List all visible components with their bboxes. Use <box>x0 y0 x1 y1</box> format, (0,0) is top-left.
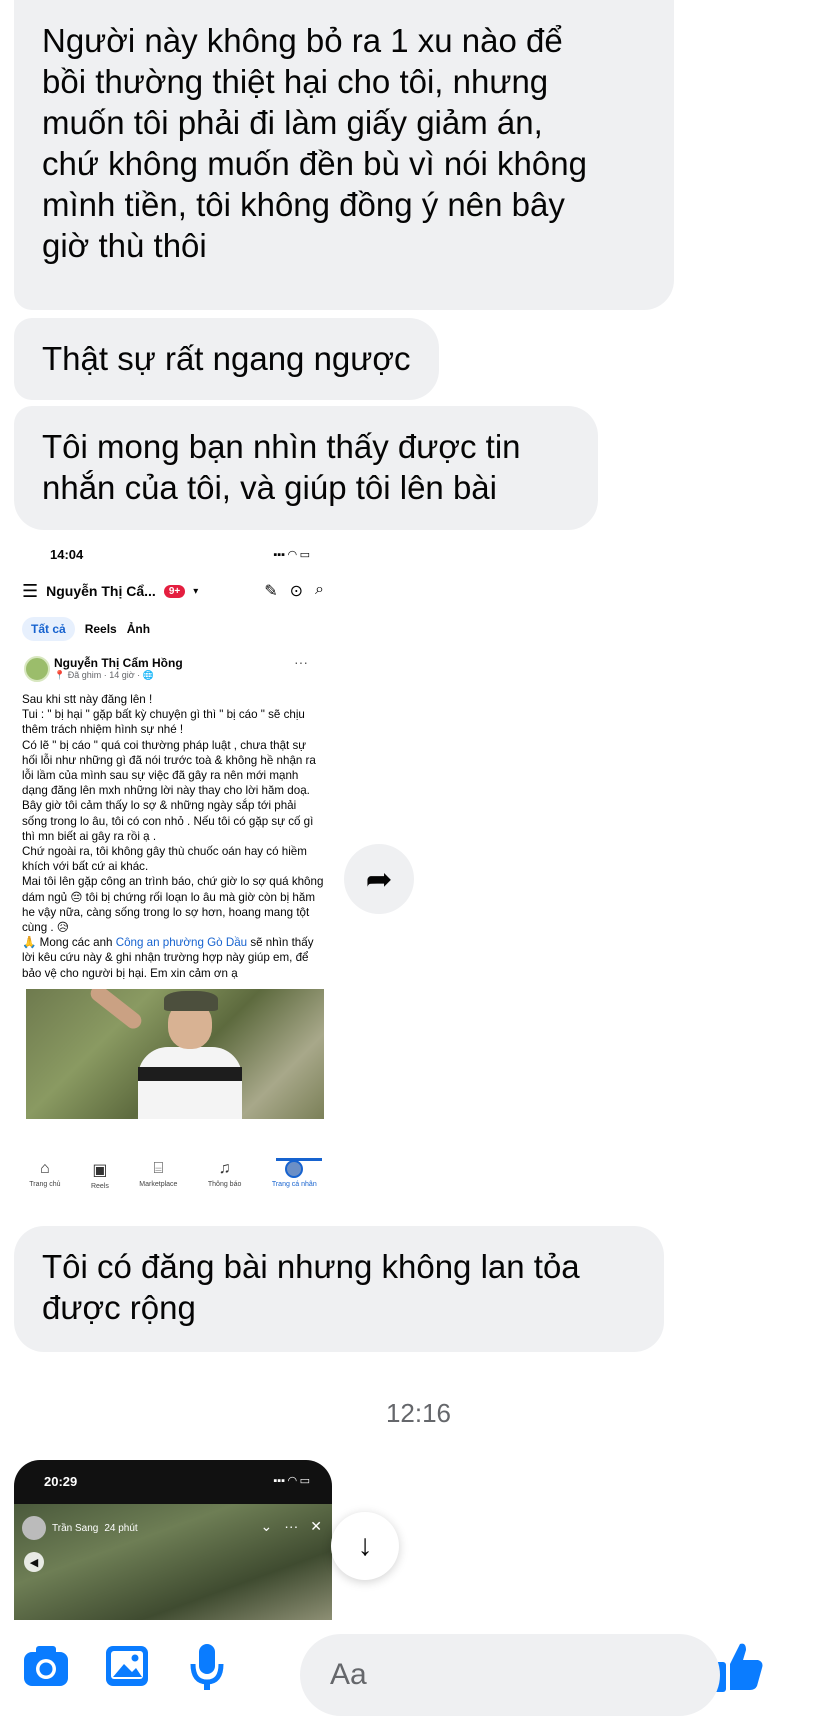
photo-detail <box>87 988 145 1032</box>
avatar <box>22 1516 46 1540</box>
nav-label: Trang chủ <box>29 1181 61 1188</box>
status-time: 20:29 <box>44 1474 78 1489</box>
share-arrow-icon: ➦ <box>365 861 393 897</box>
photo-detail <box>138 1046 242 1119</box>
shared-image-video[interactable]: 20:29 ▪▪▪ ◠ ▭ Trần Sang 24 phút ⌄ ··· ✕ … <box>14 1460 332 1620</box>
post-line: Sau khi stt này đăng lên ! <box>22 693 153 706</box>
sound-icon: ◀ <box>24 1552 44 1572</box>
nav-label: Thông báo <box>207 1181 242 1188</box>
video-author: Trần Sang <box>52 1522 99 1534</box>
microphone-icon[interactable] <box>190 1642 224 1697</box>
profile-tabs: Tất cả Reels Ảnh <box>14 612 332 646</box>
post-line: Mai tôi lên gặp công an trình báo, chứ g… <box>22 875 324 935</box>
more-icon: ⊙ <box>289 583 304 600</box>
nav-label: Marketplace <box>139 1181 178 1188</box>
page-link: Công an phường Gò Dầu <box>115 936 248 950</box>
nav-reels: ▣ Reels <box>91 1160 109 1206</box>
bell-icon: ♫ <box>218 1160 231 1177</box>
chevron-down-icon: ⌄ <box>260 1518 273 1534</box>
timestamp: 12:16 <box>385 1398 452 1428</box>
post-line: 🙏 Mong các anh Công an phường Gò Dầu sẽ … <box>22 935 324 981</box>
post-line: Có lẽ " bị cáo " quá coi thường pháp luậ… <box>22 738 316 798</box>
reels-icon: ▣ <box>92 1162 108 1179</box>
message-bubble[interactable]: Tôi mong bạn nhìn thấy được tin nhắn của… <box>14 406 598 530</box>
nav-notifications: ♫ Thông báo <box>208 1160 241 1206</box>
message-bubble[interactable]: Thật sự rất ngang ngược <box>14 318 439 400</box>
message-text: Người này không bỏ ra 1 xu nào để bồi th… <box>42 22 587 264</box>
bottom-nav: ⌂ Trang chủ ▣ Reels ⌸ Marketplace ♫ Thông bá… <box>14 1160 332 1206</box>
system-icons: ▪▪▪ ◠ ▭ <box>273 1475 310 1487</box>
more-icon: ··· <box>284 1518 299 1534</box>
status-bar: 20:29 ▪▪▪ ◠ ▭ <box>14 1460 332 1504</box>
tab-photos: Ảnh <box>126 622 151 636</box>
close-icon: ✕ <box>310 1518 322 1534</box>
like-icon[interactable] <box>712 1640 764 1699</box>
message-bubble[interactable]: Người này không bỏ ra 1 xu nào để bồi th… <box>14 0 674 310</box>
menu-icon: ☰ <box>22 580 39 601</box>
profile-name: Nguyễn Thị Cẩ... <box>46 583 156 599</box>
tab-reels: Reels <box>84 622 117 636</box>
post-line-text: 🙏 Mong các anh <box>22 936 116 950</box>
author-name: Nguyễn Thị Cẩm Hồng <box>54 656 183 670</box>
shared-image-facebook-post[interactable]: 14:04 ▪▪▪ ◠ ▭ ☰ Nguyễn Thị Cẩ... 9+ ▾ ✎ … <box>14 540 332 1206</box>
more-options-icon: ··· <box>294 654 308 670</box>
video-time: 24 phút <box>104 1522 138 1534</box>
gallery-icon[interactable] <box>104 1644 150 1693</box>
nav-marketplace: ⌸ Marketplace <box>139 1160 177 1206</box>
chevron-down-icon: ▾ <box>193 585 199 597</box>
message-text: Thật sự rất ngang ngược <box>42 340 411 377</box>
post-line: Chứ ngoài ra, tôi không gây thù chuốc oá… <box>22 845 307 874</box>
scroll-to-bottom-button[interactable]: ↓ <box>331 1512 399 1580</box>
notification-badge: 9+ <box>163 584 186 598</box>
profile-header: ☰ Nguyễn Thị Cẩ... 9+ ▾ ✎ ⊙ ⌕ <box>14 570 332 612</box>
video-controls: ⌄ ··· ✕ <box>261 1518 322 1535</box>
message-text: Tôi có đăng bài nhưng không lan tỏa được… <box>42 1248 580 1326</box>
status-time: 14:04 <box>50 547 84 562</box>
post-photo <box>26 988 324 1119</box>
message-text: Tôi mong bạn nhìn thấy được tin nhắn của… <box>42 428 521 506</box>
home-icon: ⌂ <box>40 1160 50 1177</box>
post-line: Tui : " bị hại " gặp bất kỳ chuyện gì th… <box>22 708 305 737</box>
post-text: Sau khi stt này đăng lên ! Tui : " bị hạ… <box>14 692 332 981</box>
post-author: Nguyễn Thị Cẩm Hồng 📍 Đã ghim · 14 giờ ·… <box>14 646 332 692</box>
message-input-placeholder: Aa <box>330 1658 367 1691</box>
post-line: Bây giờ tôi cảm thấy lo sợ & những ngày … <box>22 799 314 843</box>
system-icons: ▪▪▪ ◠ ▭ <box>273 549 310 561</box>
camera-icon[interactable] <box>22 1644 70 1693</box>
nav-label: Trang cá nhân <box>271 1181 317 1188</box>
tab-all: Tất cả <box>22 617 75 641</box>
nav-home: ⌂ Trang chủ <box>29 1160 60 1206</box>
message-bubble[interactable]: Tôi có đăng bài nhưng không lan tỏa được… <box>14 1226 664 1352</box>
video-header: Trần Sang 24 phút <box>22 1516 138 1540</box>
nav-profile: Trang cá nhân <box>272 1160 317 1206</box>
photo-detail <box>138 1066 242 1081</box>
edit-icon: ✎ <box>264 583 278 600</box>
avatar <box>24 656 50 682</box>
nav-label: Reels <box>90 1183 109 1190</box>
search-icon: ⌕ <box>315 581 324 598</box>
post-meta: 📍 Đã ghim · 14 giờ · 🌐 <box>54 670 154 680</box>
arrow-down-icon: ↓ <box>357 1529 373 1562</box>
forward-button[interactable]: ➦ <box>344 844 414 914</box>
marketplace-icon: ⌸ <box>153 1160 164 1177</box>
status-bar: 14:04 ▪▪▪ ◠ ▭ <box>14 540 332 570</box>
avatar <box>285 1160 304 1178</box>
photo-detail <box>164 990 218 1011</box>
